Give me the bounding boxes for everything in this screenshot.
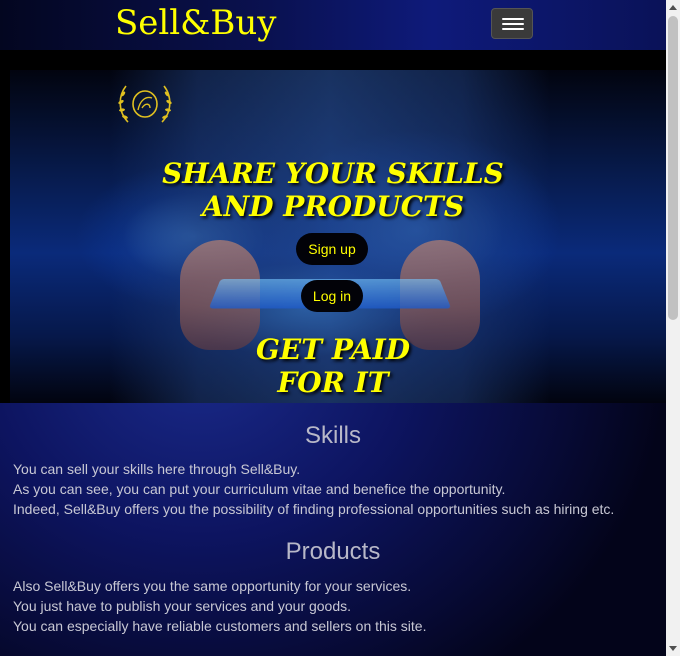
hero-banner: SHARE YOUR SKILLS AND PRODUCTS Sign up L… bbox=[0, 50, 666, 403]
scroll-up-arrow-icon[interactable] bbox=[669, 5, 677, 10]
products-line: You can especially have reliable custome… bbox=[13, 618, 427, 634]
skills-heading: Skills bbox=[304, 422, 361, 449]
scrollbar-thumb[interactable] bbox=[668, 16, 678, 320]
laurel-crest-logo bbox=[114, 82, 176, 126]
products-line: You just have to publish your services a… bbox=[13, 598, 352, 614]
signup-button[interactable]: Sign up bbox=[296, 233, 368, 265]
hero-title-share: SHARE YOUR SKILLS AND PRODUCTS bbox=[162, 157, 504, 223]
menu-toggle-button[interactable] bbox=[491, 8, 533, 39]
vertical-scrollbar[interactable] bbox=[666, 0, 680, 656]
navbar: Sell&Buy bbox=[0, 0, 666, 50]
skills-line: Indeed, Sell&Buy offers you the possibil… bbox=[13, 501, 615, 517]
hero-title-paid: GET PAID FOR IT bbox=[256, 333, 410, 399]
skills-paragraph: You can sell your skills here through Se… bbox=[13, 459, 614, 519]
brand-link[interactable]: Sell&Buy bbox=[115, 3, 277, 43]
products-paragraph: Also Sell&Buy offers you the same opport… bbox=[13, 576, 427, 636]
scroll-down-arrow-icon[interactable] bbox=[669, 646, 677, 651]
skills-line: You can sell your skills here through Se… bbox=[13, 461, 301, 477]
login-button[interactable]: Log in bbox=[301, 280, 363, 312]
page-viewport: Sell&Buy SHARE YOUR SKILLS AND PRODUCTS … bbox=[0, 0, 666, 656]
skills-line: As you can see, you can put your curricu… bbox=[13, 481, 506, 497]
products-heading: Products bbox=[285, 538, 381, 565]
products-line: Also Sell&Buy offers you the same opport… bbox=[13, 578, 412, 594]
